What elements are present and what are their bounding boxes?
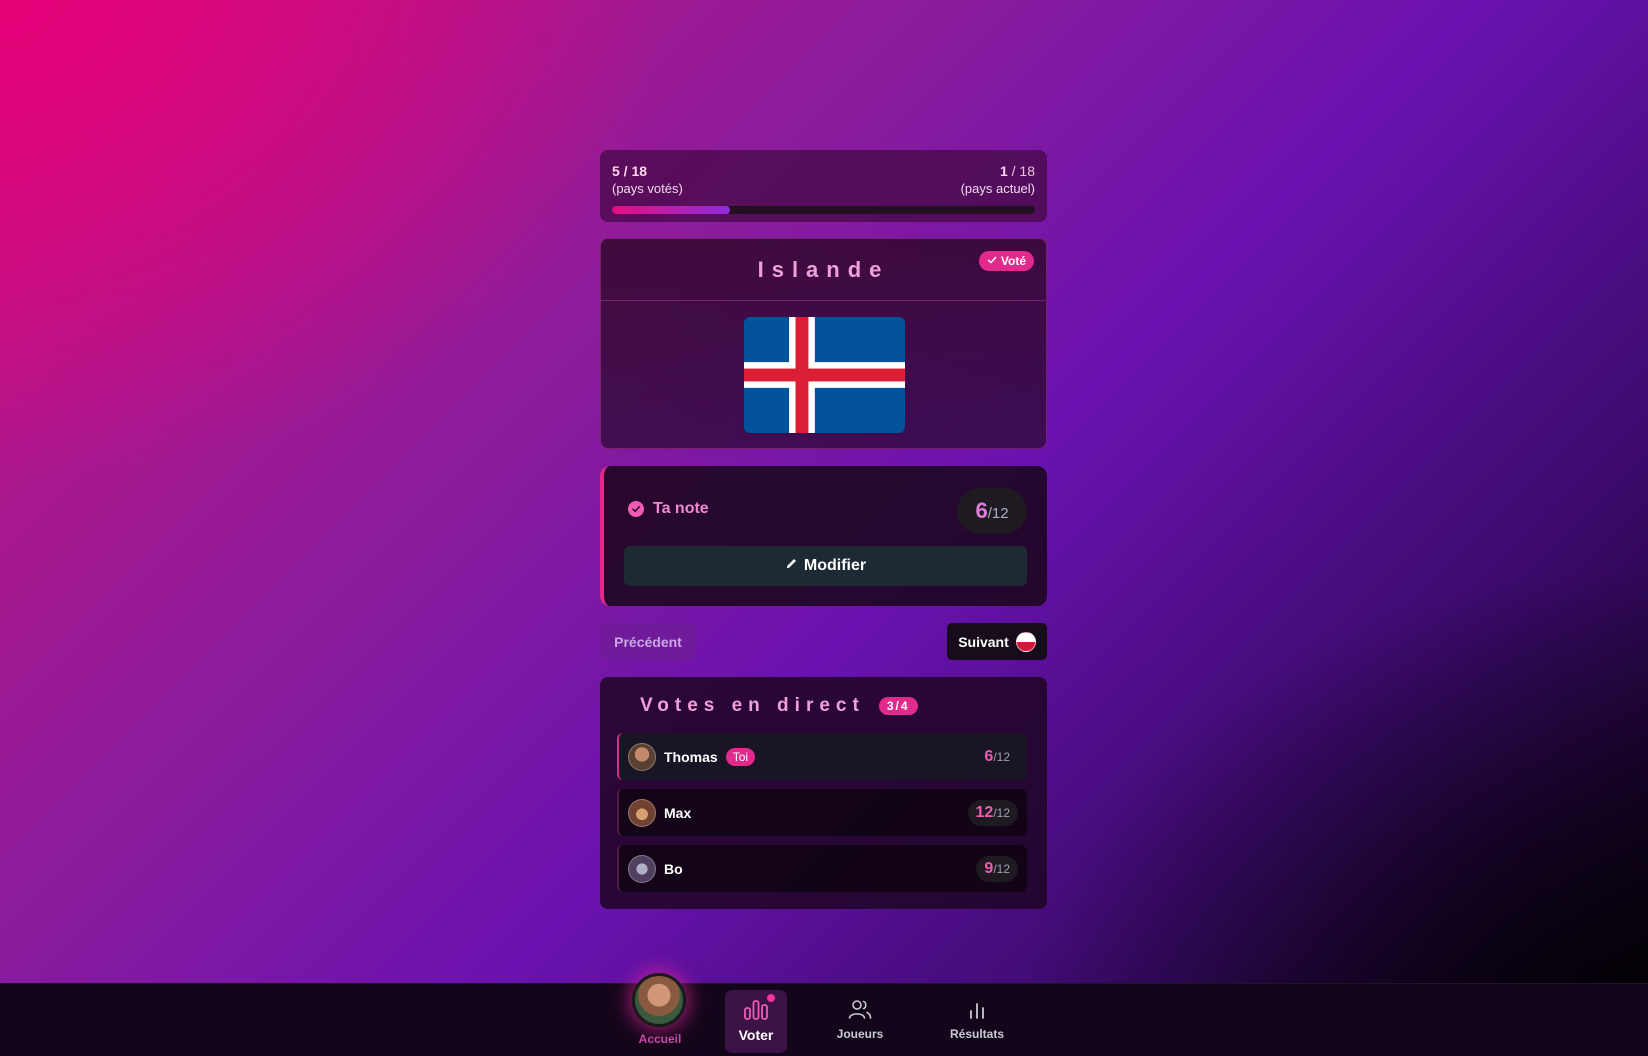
avatar <box>628 854 656 883</box>
voter-name: Thomas <box>664 748 718 765</box>
vote-row-bo: Bo 9 /12 <box>617 845 1027 892</box>
progress-bar <box>612 206 1035 214</box>
live-votes-count: 3/4 <box>878 697 918 715</box>
nav-resultats[interactable]: Résultats <box>940 990 1014 1053</box>
avatar <box>628 798 656 827</box>
nav-voter-label: Voter <box>738 1027 774 1043</box>
next-button-label: Suivant <box>958 633 1009 650</box>
voter-score: 12 /12 <box>967 799 1018 826</box>
voted-total: / 18 <box>619 163 648 179</box>
modify-button-label: Modifier <box>803 557 867 574</box>
voter-name: Max <box>664 804 692 821</box>
voter-score-denominator: /12 <box>993 805 1010 820</box>
nav-resultats-label: Résultats <box>949 1027 1005 1041</box>
voter-score-denominator: /12 <box>993 749 1010 764</box>
nav-joueurs-label: Joueurs <box>836 1027 884 1041</box>
country-header: Islande Voté <box>601 239 1046 301</box>
current-label: (pays actuel) <box>960 181 1035 196</box>
vote-row-max: Max 12 /12 <box>617 789 1027 836</box>
bottom-nav <box>0 983 1648 1056</box>
vote-row-thomas: Thomas Toi 6 /12 <box>617 733 1027 780</box>
nav-voter[interactable]: Voter <box>725 990 787 1053</box>
modify-button[interactable]: Modifier <box>624 546 1027 586</box>
home-avatar-button[interactable] <box>632 973 686 1027</box>
voted-progress: 5 / 18 (pays votés) <box>612 162 683 198</box>
voted-count: 5 <box>612 163 620 179</box>
voted-label: (pays votés) <box>612 181 683 196</box>
voted-badge: Voté <box>978 251 1034 271</box>
voted-badge-label: Voté <box>1000 254 1026 268</box>
notification-dot <box>767 994 775 1002</box>
current-progress: 1 / 18 (pays actuel) <box>961 162 1035 198</box>
progress-card: 5 / 18 (pays votés) 1 / 18 (pays actuel) <box>600 150 1047 222</box>
users-icon <box>847 998 873 1023</box>
nav-home-label[interactable]: Accueil <box>620 1032 700 1046</box>
live-votes-header: Votes en direct 3/4 <box>640 695 918 717</box>
voter-score-value: 9 <box>984 859 994 877</box>
rating-score: 6 /12 <box>957 488 1027 534</box>
you-badge: Toi <box>725 747 756 766</box>
nav-joueurs[interactable]: Joueurs <box>826 990 894 1053</box>
progress-bar-fill <box>612 206 731 214</box>
pencil-icon <box>785 557 798 575</box>
poland-flag-icon <box>1015 631 1036 652</box>
rating-score-denominator: /12 <box>987 505 1009 522</box>
rating-label-row: Ta note <box>628 500 709 518</box>
rating-score-value: 6 <box>975 498 988 523</box>
iceland-flag-icon <box>744 317 905 433</box>
current-count: 1 <box>999 163 1008 179</box>
rating-label: Ta note <box>653 500 709 517</box>
live-votes-title: Votes en direct <box>640 695 865 716</box>
live-votes-card: Votes en direct 3/4 Thomas Toi 6 /12 Max… <box>600 677 1047 909</box>
check-icon <box>987 254 997 268</box>
voter-score-denominator: /12 <box>993 861 1010 876</box>
voted-count-line: 5 / 18 <box>612 162 683 180</box>
previous-button-label: Précédent <box>614 633 682 650</box>
rating-card: Ta note 6 /12 Modifier <box>600 466 1047 606</box>
country-card: Islande Voté <box>600 238 1047 449</box>
current-count-line: 1 / 18 <box>1000 162 1035 180</box>
avatar <box>628 742 656 771</box>
previous-button[interactable]: Précédent <box>600 623 696 660</box>
progress-header: 5 / 18 (pays votés) 1 / 18 (pays actuel) <box>612 162 1035 198</box>
voter-score: 6 /12 <box>976 744 1018 770</box>
voter-name: Bo <box>664 860 683 877</box>
bar-chart-icon <box>743 998 769 1023</box>
voter-score-value: 6 <box>984 747 994 765</box>
next-button[interactable]: Suivant <box>947 623 1047 660</box>
voter-score: 9 /12 <box>976 855 1018 882</box>
voter-score-value: 12 <box>975 803 994 821</box>
current-total: / 18 <box>1007 163 1035 179</box>
check-circle-icon <box>628 501 644 517</box>
stats-icon <box>964 998 990 1023</box>
